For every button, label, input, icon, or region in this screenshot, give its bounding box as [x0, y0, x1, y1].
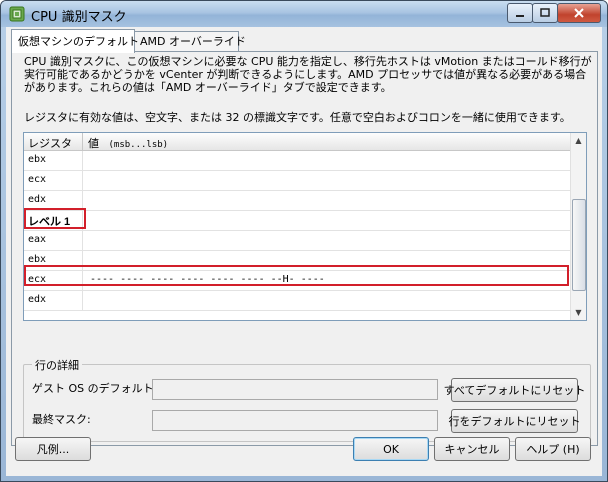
legend-button[interactable]: 凡例... — [15, 437, 91, 461]
maximize-icon — [540, 8, 550, 17]
maximize-button[interactable] — [532, 3, 558, 23]
level-header-row[interactable]: レベル 1 — [24, 211, 570, 231]
level-highlight-box — [24, 208, 86, 229]
column-register-header[interactable]: レジスタ — [28, 135, 72, 151]
reset-all-button[interactable]: すべてデフォルトにリセット — [444, 378, 585, 402]
register-name: edx — [28, 194, 47, 205]
cancel-button[interactable]: キャンセル — [434, 437, 510, 461]
table-row[interactable]: ebx — [24, 151, 570, 171]
reset-row-button[interactable]: 行をデフォルトにリセット — [449, 409, 581, 433]
column-value-header[interactable]: 値 (msb...lsb) — [88, 135, 168, 151]
close-icon — [574, 8, 584, 18]
final-mask-label: 最終マスク: — [32, 413, 91, 426]
grid-header: レジスタ 値 (msb...lsb) — [24, 133, 570, 151]
minimize-icon — [516, 15, 524, 17]
ok-button[interactable]: OK — [353, 437, 429, 461]
table-row[interactable]: edx — [24, 191, 570, 211]
tab-amd-override[interactable]: AMD オーバーライド — [133, 31, 246, 53]
title-bar[interactable]: CPU 識別マスク — [1, 1, 607, 27]
window-title: CPU 識別マスク — [31, 10, 127, 25]
register-name: ecx — [28, 174, 47, 185]
register-name: eax — [28, 234, 47, 245]
description-text: CPU 識別マスクに、この仮想マシンに必要な CPU 能力を指定し、移行先ホスト… — [24, 55, 592, 94]
scroll-down-icon[interactable]: ▼ — [571, 305, 586, 320]
table-row[interactable]: edx — [24, 291, 570, 311]
scroll-thumb[interactable] — [572, 199, 586, 291]
table-row[interactable]: ecx — [24, 171, 570, 191]
tab-panel: CPU 識別マスクに、この仮想マシンに必要な CPU 能力を指定し、移行先ホスト… — [11, 51, 598, 446]
vsphere-app-icon — [9, 6, 25, 22]
dialog-window: CPU 識別マスク 仮想マシンのデフォルト AMD オーバーライド CPU 識別… — [0, 0, 608, 482]
guest-os-default-field — [152, 379, 438, 400]
close-button[interactable] — [557, 3, 601, 23]
register-name: ebx — [28, 154, 47, 165]
register-name: edx — [28, 294, 47, 305]
valid-values-note: レジスタに有効な値は、空文字、または 32 の標識文字です。任意で空白およびコロ… — [24, 111, 571, 124]
register-grid[interactable]: レジスタ 値 (msb...lsb) ebx ecx edx レベル 1 eax… — [23, 132, 587, 321]
grid-rows: ebx ecx edx レベル 1 eax ebx ecx ---- ---- -… — [24, 151, 570, 311]
minimize-button[interactable] — [507, 3, 533, 23]
table-row[interactable]: eax — [24, 231, 570, 251]
scroll-up-icon[interactable]: ▲ — [571, 133, 586, 148]
row-highlight-box — [24, 265, 569, 286]
grid-scrollbar[interactable]: ▲ ▼ — [570, 133, 586, 320]
row-details-title: 行の詳細 — [32, 357, 82, 373]
row-details-group: 行の詳細 ゲスト OS のデフォルト: すべてデフォルトにリセット 最終マスク:… — [23, 357, 591, 442]
value-format-hint: (msb...lsb) — [108, 140, 169, 150]
final-mask-field — [152, 410, 438, 431]
register-name: ebx — [28, 254, 47, 265]
help-button[interactable]: ヘルプ (H) — [515, 437, 591, 461]
dialog-client: 仮想マシンのデフォルト AMD オーバーライド CPU 識別マスクに、この仮想マ… — [6, 27, 602, 476]
guest-os-default-label: ゲスト OS のデフォルト: — [32, 382, 158, 395]
tab-vm-default[interactable]: 仮想マシンのデフォルト — [11, 29, 139, 53]
